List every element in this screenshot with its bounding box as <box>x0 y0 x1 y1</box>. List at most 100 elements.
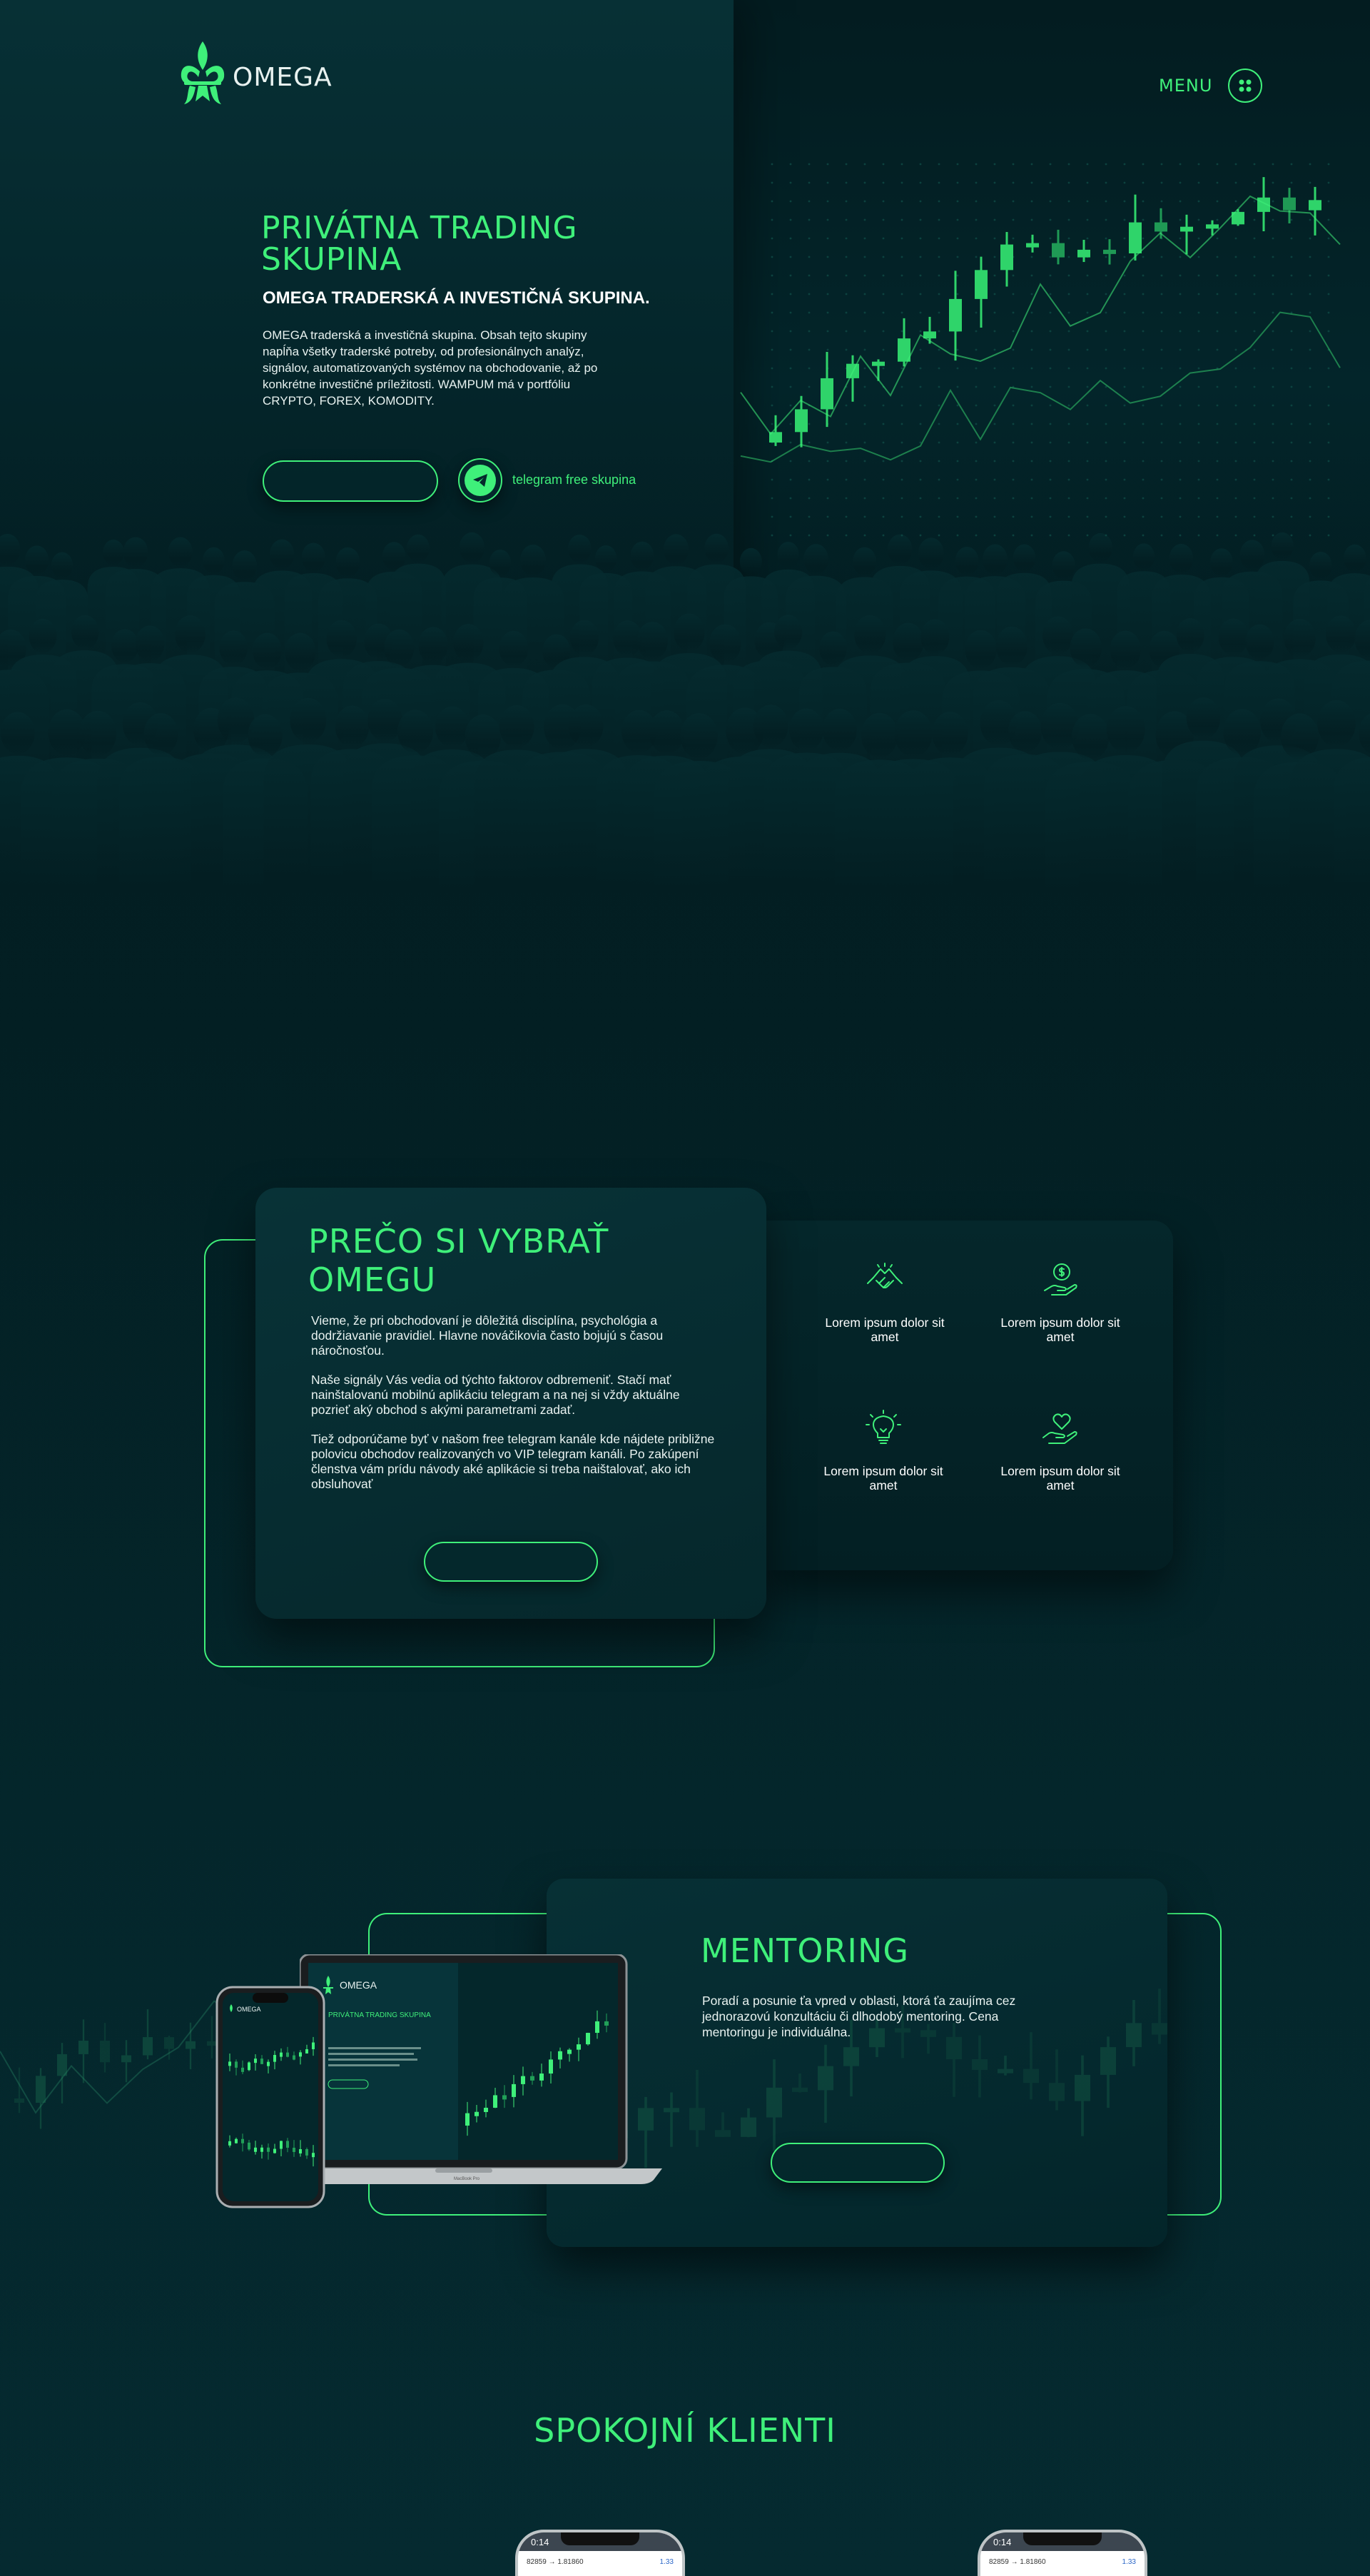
candle-body <box>1155 222 1167 232</box>
feature-label: Lorem ipsum dolor sit amet <box>823 1464 943 1492</box>
candle-body <box>299 2052 302 2057</box>
candle-body <box>312 2042 315 2049</box>
candle-body <box>248 2142 250 2150</box>
crowd-head <box>965 630 997 670</box>
candle-body <box>1283 197 1296 211</box>
why-title: PREČO SI VYBRAŤ OMEGU <box>308 1222 609 1299</box>
candle-body <box>558 2051 562 2060</box>
why-cta-button[interactable] <box>424 1542 598 1582</box>
crowd-head <box>1176 618 1204 652</box>
candle-body <box>972 2059 988 2070</box>
candle-body <box>949 298 962 332</box>
crowd-head <box>382 542 406 571</box>
phone-quote: 82859 → 1.81860 <box>527 2558 584 2566</box>
crowd-head <box>78 710 117 757</box>
candle-body <box>689 2108 705 2131</box>
candle-body <box>872 361 885 366</box>
crowd-head <box>25 545 49 575</box>
handshake-icon <box>867 1263 903 1288</box>
candle-body <box>567 2049 572 2054</box>
laptop-title: PRIVÁTNA TRADING SKUPINA <box>328 2010 431 2019</box>
candle-body <box>254 2059 257 2064</box>
menu-label[interactable]: MENU <box>1159 76 1212 96</box>
candle-body <box>241 2138 244 2143</box>
main-menu[interactable]: MENU <box>1159 69 1263 103</box>
crowd-head <box>861 712 898 758</box>
hero-subtitle: OMEGA TRADERSKÁ A INVESTIČNÁ SKUPINA. <box>263 288 650 308</box>
crowd-head <box>1070 628 1102 667</box>
crowd-head <box>1072 714 1110 760</box>
candle-body <box>1126 2023 1142 2048</box>
candle-body <box>121 2055 131 2063</box>
candle-body <box>1152 2023 1167 2035</box>
crowd-head <box>1223 709 1262 755</box>
crowd-head <box>0 533 21 565</box>
candle-body <box>36 2076 46 2103</box>
crowd-head <box>663 534 689 565</box>
candle-body <box>521 2076 525 2084</box>
candle-body <box>818 2066 833 2091</box>
candle-body <box>795 409 808 433</box>
candle-body <box>260 2147 263 2152</box>
brand-logo[interactable]: OMEGA <box>180 40 333 114</box>
candle-body <box>1129 222 1142 253</box>
candle-body <box>286 2052 289 2057</box>
candle-body <box>273 2055 276 2062</box>
mentoring-cta-button[interactable] <box>771 2143 945 2183</box>
crowd-head <box>203 547 225 575</box>
telegram-button[interactable] <box>458 458 502 502</box>
fleur-de-lis-icon <box>181 41 225 104</box>
crowd-head <box>818 631 847 666</box>
crowd-head <box>630 541 654 570</box>
candle-body <box>975 270 988 299</box>
crowd-head <box>397 709 434 754</box>
hero-candlestick-chart <box>740 150 1341 550</box>
candle-body <box>512 2083 516 2097</box>
menu-button[interactable] <box>1228 69 1263 103</box>
feature-item: Lorem ipsum dolor sit amet <box>813 1259 956 1344</box>
phone-quote: 82859 → 1.81860 <box>989 2558 1046 2566</box>
telegram-paper-plane-icon <box>473 474 487 487</box>
hero-cta-button[interactable] <box>263 460 438 502</box>
crowd-head <box>568 704 604 747</box>
crowd-head <box>1284 618 1316 658</box>
crowd-head <box>175 615 206 653</box>
crowd-head <box>290 697 327 743</box>
candle-body <box>235 2138 238 2143</box>
phone-quote-value: 1.33 <box>1122 2558 1136 2566</box>
candle-body <box>78 2041 88 2054</box>
clients-title: SPOKOJNÍ KLIENTI <box>534 2411 836 2450</box>
candle-body <box>715 2130 731 2137</box>
crowd-head <box>1245 624 1274 660</box>
candle-body <box>164 2037 174 2049</box>
candle-body <box>821 378 833 410</box>
mentoring-text: Poradí a posunie ťa vpred v oblasti, kto… <box>702 1994 1016 2039</box>
crowd-head <box>51 552 73 579</box>
telegram-link[interactable]: telegram free skupina <box>512 473 636 488</box>
candle-body <box>100 2041 110 2063</box>
candle-body <box>1049 2083 1065 2101</box>
crowd-head <box>219 630 248 665</box>
candle-body <box>741 2117 756 2137</box>
candle-body <box>1023 2069 1039 2083</box>
candle-body <box>1206 224 1219 229</box>
crowd-body <box>1333 757 1370 892</box>
crowd-head <box>418 627 448 664</box>
candle-body <box>502 2095 507 2100</box>
lightbulb-icon <box>866 1410 901 1444</box>
hero-section: OMEGA MENU PRIVÁTNA TRADING SKUPINA OMEG… <box>0 0 1370 928</box>
candle-body <box>143 2037 153 2056</box>
candle-body <box>595 2021 599 2034</box>
feature-label: Lorem ipsum dolor sit amet <box>1000 1315 1120 1344</box>
crowd-head <box>594 545 617 572</box>
money-hand-icon <box>1044 1263 1077 1295</box>
candle-body <box>539 2074 544 2081</box>
candle-body <box>1052 243 1065 258</box>
crowd-head <box>649 710 685 754</box>
candle-body <box>604 2021 609 2026</box>
crowd-head <box>932 712 968 756</box>
candle-body <box>493 2095 497 2108</box>
crowd-head <box>788 708 824 751</box>
brand-name: OMEGA <box>233 62 333 92</box>
feature-item: Lorem ipsum dolor sit amet <box>989 1408 1132 1492</box>
